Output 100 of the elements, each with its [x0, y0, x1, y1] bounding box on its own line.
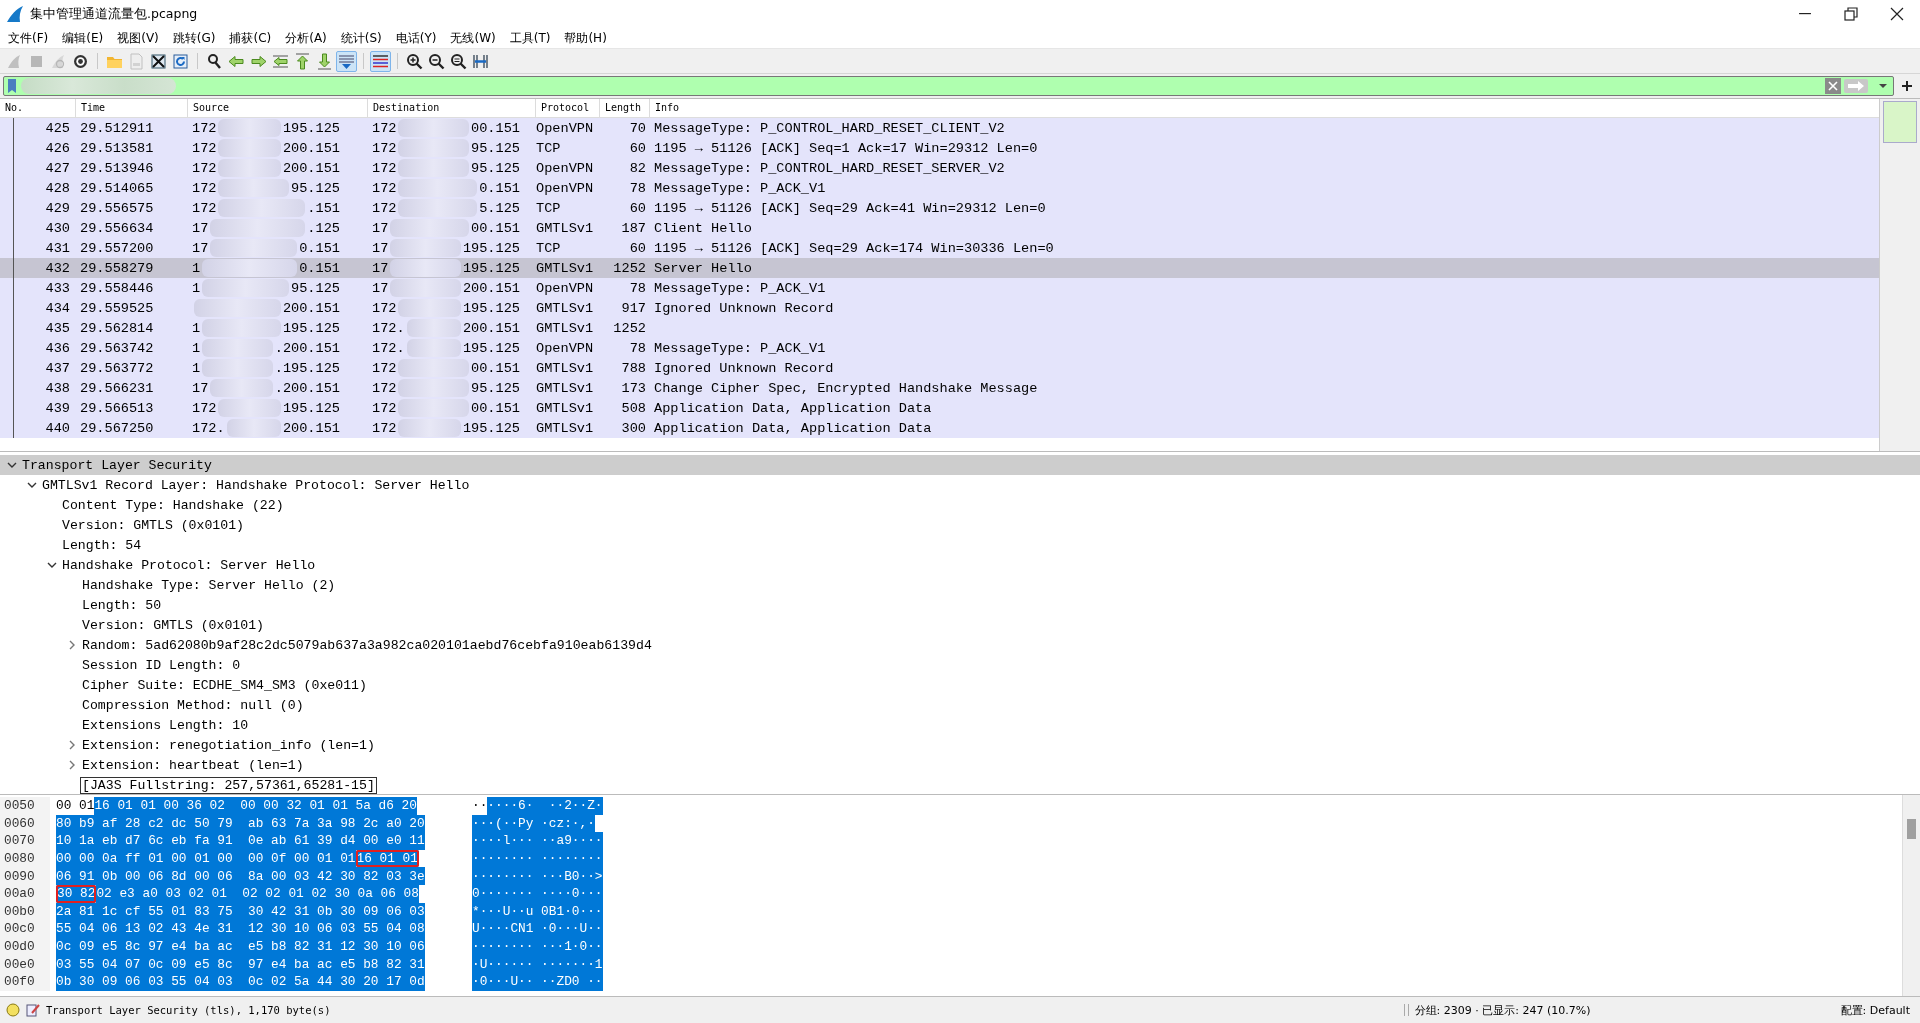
table-cell-text: 29.563772 [79, 360, 155, 376]
plus-icon [1901, 80, 1913, 92]
table-cell-text: 430 [44, 220, 71, 236]
hex-bytes[interactable]: 16 01 01 00 36 02 00 00 32 01 01 5a d6 20 [94, 797, 417, 815]
profile-label[interactable]: 配置: Default [1840, 1002, 1910, 1018]
tree-item[interactable]: Extension: renegotiation_info (len=1) [0, 735, 1920, 755]
tree-item[interactable]: Extensions Length: 10 [0, 715, 1920, 735]
packet-row[interactable]: 439 29.566513 172 195.125 172 00.151 GMTLSv1 508 Application Data, Application Data [0, 398, 1879, 418]
tree-item[interactable]: Length: 54 [0, 535, 1920, 555]
hex-bytes[interactable]: 55 04 06 13 02 43 4e 31 12 30 10 06 03 55 04 08 [56, 920, 425, 938]
ascii-text[interactable]: ·· [472, 797, 488, 815]
autoscroll-button[interactable] [336, 50, 357, 72]
tree-item[interactable]: Length: 50 [0, 595, 1920, 615]
scroll-bar[interactable] [1902, 795, 1920, 996]
tree-item[interactable]: Version: GMTLS (0x0101) [0, 515, 1920, 535]
hex-bytes[interactable]: 00 01 [56, 797, 95, 815]
hex-bytes[interactable]: 80 b9 af 28 c2 dc 50 79 ab 63 7a 3a 98 2c a0 20 [56, 814, 425, 833]
caret-icon [1878, 83, 1888, 89]
table-cell: 17 [372, 280, 389, 296]
packet-row[interactable]: 434 29.559525 200.151 172 195.125 GMTLSv1 917 Ignored Unknown Record [0, 298, 1879, 318]
menu-item[interactable]: 工具(T) [503, 28, 559, 48]
table-cell-text: 29.562814 [79, 320, 155, 336]
scroll-bar[interactable] [1879, 99, 1920, 451]
table-cell: 00.151 [471, 220, 520, 236]
table-cell: 200.151 [282, 420, 340, 436]
table-cell-text: 60 [628, 140, 647, 156]
tree-item[interactable]: Content Type: Handshake (22) [0, 495, 1920, 515]
menu-item[interactable]: 无线(W) [444, 28, 504, 48]
packet-row[interactable]: 427 29.513946 172 200.151 172 95.125 OpenVPN 82 MessageType: P_CONTROL_HARD_RESET_SERVER_V2 [0, 158, 1879, 178]
column-header[interactable]: Info [650, 99, 1879, 117]
menu-item[interactable]: 统计(S) [334, 28, 390, 48]
table-cell-text: 425 [44, 120, 71, 136]
tree-item[interactable]: Handshake Type: Server Hello (2) [0, 575, 1920, 595]
column-header[interactable]: Destination [368, 99, 536, 117]
menu-item[interactable]: 分析(A) [279, 28, 335, 48]
table-cell-text: GMTLSv1 [536, 420, 595, 436]
colored-lines-button[interactable] [370, 50, 391, 72]
shark-fin-icon [6, 5, 24, 23]
tree-item[interactable]: Extension: heartbeat (len=1) [0, 755, 1920, 775]
hex-bytes[interactable]: 03 55 04 07 0c 09 e5 8c 97 e4 ba ac e5 b8 82 31 [56, 955, 425, 973]
scroll-thumb[interactable] [1907, 819, 1916, 839]
table-cell-text: 29.513946 [79, 160, 155, 176]
menu-item[interactable]: 捕获(C) [223, 28, 280, 48]
menu-item[interactable]: 文件(F) [2, 28, 57, 48]
packet-row[interactable]: 433 29.558446 1 95.125 17 200.151 OpenVPN 78 MessageType: P_ACK_V1 [0, 278, 1879, 298]
redaction-blur [398, 119, 470, 137]
table-cell: 95.125 [291, 280, 340, 296]
packet-row[interactable]: 435 29.562814 1 195.125 172. 200.151 GMTLSv1 1252 [0, 318, 1879, 338]
table-cell: 5.125 [479, 200, 520, 216]
table-cell-text: 428 [44, 180, 71, 196]
menu-item[interactable]: 电话(Y) [389, 28, 445, 48]
tree-item[interactable]: [JA3S Fullstring: 257,57361,65281-15] [0, 775, 1920, 794]
packet-row[interactable]: 437 29.563772 1 .195.125 172 00.151 GMTLSv1 788 Ignored Unknown Record [0, 358, 1879, 378]
tree-item[interactable]: Session ID Length: 0 [0, 655, 1920, 675]
tree-item[interactable]: Random: 5ad62080b9af28c2dc5079ab637a3a982ca020101aebd76cebfa910eab6139d4 [0, 635, 1920, 655]
packet-row[interactable]: 428 29.514065 172 95.125 172 0.151 OpenVPN 78 MessageType: P_ACK_V1 [0, 178, 1879, 198]
tree-item[interactable]: Version: GMTLS (0x0101) [0, 615, 1920, 635]
ascii-text[interactable]: ········ ···B0··> [472, 867, 603, 885]
tree-item[interactable]: Handshake Protocol: Server Hello [0, 555, 1920, 575]
ascii-text[interactable]: U····CN1 ·0···U·· [472, 920, 603, 938]
packet-row[interactable]: 432 29.558279 1 0.151 17 195.125 GMTLSv1 1252 Server Hello [0, 258, 1879, 278]
column-header[interactable]: No. [0, 99, 76, 117]
column-header[interactable]: Length [600, 99, 650, 117]
table-cell-text: 426 [44, 140, 71, 156]
ascii-text[interactable]: ····l··· ··a9···· [472, 832, 603, 850]
ascii-text[interactable]: ····6· ··2··Z· [487, 797, 603, 815]
table-cell-text: OpenVPN [536, 120, 595, 136]
packet-row[interactable]: 438 29.566231 17 .200.151 172 95.125 GMTLSv1 173 Change Cipher Spec, Encrypted Handshake Message [0, 378, 1879, 398]
tree-item[interactable]: Transport Layer Security [0, 455, 1920, 475]
packet-row[interactable]: 429 29.556575 172 .151 172 5.125 TCP 60 1195 → 51126 [ACK] Seq=29 Ack=41 Win=29312 Len=0 [0, 198, 1879, 218]
table-cell-text: 29.512911 [79, 120, 155, 136]
packet-row[interactable]: 431 29.557200 17 0.151 17 195.125 TCP 60 1195 → 51126 [ACK] Seq=29 Ack=174 Win=30336 Len=0 [0, 238, 1879, 258]
packet-row[interactable]: 440 29.567250 172. 200.151 172 195.125 GMTLSv1 300 Application Data, Application Data [0, 418, 1879, 438]
tree-item[interactable]: Compression Method: null (0) [0, 695, 1920, 715]
table-cell: 172 [192, 400, 217, 416]
table-cell-text: GMTLSv1 [536, 360, 595, 376]
hex-bytes[interactable]: 06 91 0b 00 06 8d 00 06 8a 00 03 42 30 82 03 3e [56, 867, 425, 885]
menu-item[interactable]: 跳转(G) [166, 28, 224, 48]
hex-bytes[interactable]: 10 1a eb d7 6c eb fa 91 0e ab 61 39 d4 00 e0 11 [56, 832, 425, 850]
packet-row[interactable]: 426 29.513581 172 200.151 172 95.125 TCP 60 1195 → 51126 [ACK] Seq=1 Ack=17 Win=29312 Len=0 [0, 138, 1879, 158]
table-cell: 172 [372, 380, 397, 396]
menu-item[interactable]: 帮助(H) [558, 28, 615, 48]
column-header[interactable]: Time [76, 99, 188, 117]
tree-item[interactable]: Cipher Suite: ECDHE_SM4_SM3 (0xe011) [0, 675, 1920, 695]
column-header[interactable]: Source [188, 99, 368, 117]
packet-row[interactable]: 430 29.556634 17 .125 17 00.151 GMTLSv1 187 Client Hello [0, 218, 1879, 238]
table-cell: 172. [372, 320, 405, 336]
column-header[interactable]: Protocol [536, 99, 600, 117]
menu-item[interactable]: 编辑(E) [56, 28, 112, 48]
table-cell: 00.151 [471, 360, 520, 376]
ascii-text[interactable]: ···(··Py ·cz:·,· [472, 814, 595, 833]
ascii-text[interactable]: ·U······ ·······1 [472, 955, 603, 973]
packet-row[interactable]: 425 29.512911 172 195.125 172 00.151 OpenVPN 70 MessageType: P_CONTROL_HARD_RESET_CLIENT_V2 [0, 118, 1879, 138]
tree-item[interactable]: GMTLSv1 Record Layer: Handshake Protocol: Server Hello [0, 475, 1920, 495]
menu-item[interactable]: 视图(V) [111, 28, 167, 48]
table-cell-text: 1252 [612, 260, 647, 276]
packet-row[interactable]: 436 29.563742 1 .200.151 172. 195.125 OpenVPN 78 MessageType: P_ACK_V1 [0, 338, 1879, 358]
clear-button[interactable] [1825, 78, 1841, 94]
scroll-thumb[interactable] [1883, 101, 1917, 143]
filter-field[interactable] [3, 76, 1894, 96]
